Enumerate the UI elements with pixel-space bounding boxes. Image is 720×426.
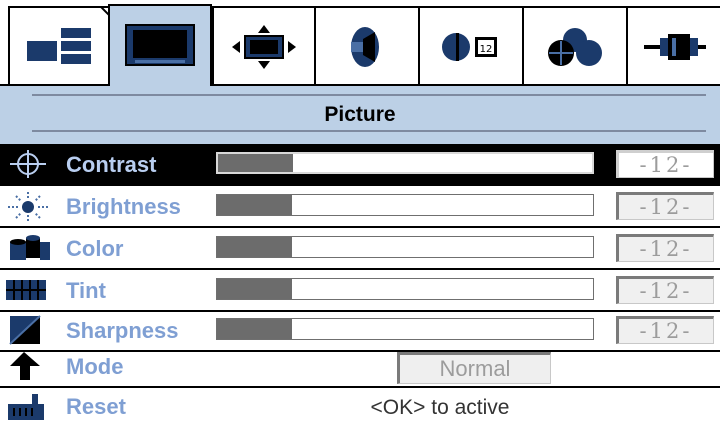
page-title: Picture: [324, 103, 396, 126]
color-value: -12-: [616, 234, 714, 262]
header-rule-bottom: [32, 130, 706, 132]
row-reset[interactable]: Reset <OK> to active: [0, 386, 720, 426]
row-mode[interactable]: Mode Normal: [0, 346, 720, 388]
tint-slider[interactable]: [216, 278, 594, 300]
arrow-up-icon: [10, 352, 40, 380]
tint-slider-fill: [217, 279, 293, 299]
sharpness-slider[interactable]: [216, 318, 594, 340]
row-contrast[interactable]: Contrast -12-: [0, 144, 720, 186]
svg-text:12: 12: [480, 44, 493, 55]
row-color[interactable]: Color -12-: [0, 228, 720, 270]
color-slider-fill: [217, 237, 293, 257]
sharpness-value: -12-: [616, 316, 714, 344]
contrast-label: Contrast: [66, 152, 157, 177]
paint-cans-icon: [10, 235, 50, 260]
speaker-icon: [351, 27, 379, 67]
contrast-value: -12-: [616, 150, 714, 178]
tab-picture[interactable]: [108, 4, 212, 86]
mode-label: Mode: [66, 354, 124, 379]
sharpness-slider-fill: [217, 319, 293, 339]
sharpness-icon: [9, 315, 41, 345]
contrast-slider[interactable]: [216, 152, 594, 174]
menu-header: Picture: [0, 86, 720, 144]
tab-audio[interactable]: [314, 6, 418, 86]
tint-label: Tint: [66, 278, 106, 303]
reset-hint: <OK> to active: [370, 396, 510, 419]
contrast-slider-fill: [218, 154, 293, 172]
color-circles-icon: [548, 28, 602, 66]
color-label: Color: [66, 236, 124, 261]
tint-grid-icon: [6, 280, 46, 300]
row-tint[interactable]: Tint -12-: [0, 270, 720, 312]
mode-select[interactable]: Normal: [397, 352, 551, 384]
brightness-value: -12-: [616, 192, 714, 220]
tint-value: -12-: [616, 276, 714, 304]
brightness-slider[interactable]: [216, 194, 594, 216]
row-brightness[interactable]: Brightness -12-: [0, 186, 720, 228]
position-icon: [232, 25, 296, 69]
header-rule-top: [32, 94, 706, 96]
tab-pip[interactable]: 12: [418, 6, 522, 86]
connector-icon: [644, 34, 706, 60]
brightness-slider-fill: [217, 195, 293, 215]
tab-position[interactable]: [212, 6, 314, 86]
tab-layout[interactable]: [8, 6, 112, 86]
tab-color[interactable]: [522, 6, 626, 86]
sharpness-label: Sharpness: [66, 318, 179, 343]
layout-icon: [27, 28, 91, 64]
brightness-label: Brightness: [66, 194, 181, 219]
pip-icon: 12: [442, 33, 497, 61]
monitor-icon: [125, 24, 195, 66]
sun-icon: [8, 192, 48, 222]
crosshair-icon: [10, 150, 46, 178]
tab-strip: 12: [0, 0, 720, 86]
color-slider[interactable]: [216, 236, 594, 258]
tab-input[interactable]: [626, 6, 720, 86]
